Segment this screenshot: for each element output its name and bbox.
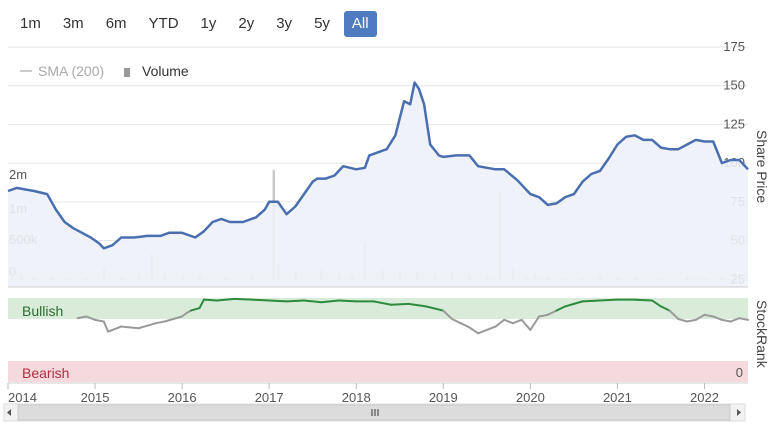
stockrank-segment: [503, 318, 514, 325]
stockrank-segment: [250, 298, 271, 302]
stockrank-segment: [137, 324, 149, 330]
stockrank-segment: [337, 299, 358, 303]
navigator-scrollbar[interactable]: [3, 403, 746, 422]
volume-legend-label: Volume: [142, 63, 189, 79]
price-area: [8, 82, 748, 287]
stockrank-axis-label: StockRank: [754, 300, 770, 369]
x-tick-label: 2022: [690, 390, 719, 405]
stockrank-segment: [268, 299, 288, 303]
price-tick-label: 175: [723, 39, 745, 54]
stockrank-segment: [468, 326, 480, 335]
bearish-band: [8, 361, 748, 382]
stockrank-segment: [581, 299, 601, 303]
x-tick-label: 2017: [255, 390, 284, 405]
x-tick-label: 2021: [603, 390, 632, 405]
x-tick-label: 2020: [516, 390, 545, 405]
volume-tick-label: 2m: [9, 167, 27, 182]
bearish-label: Bearish: [22, 365, 69, 381]
stockrank-segment: [285, 299, 305, 303]
stockrank-segment: [677, 318, 689, 323]
bullish-band: [8, 298, 748, 319]
x-tick-label: 2018: [342, 390, 371, 405]
stockrank-segment: [128, 326, 140, 330]
price-axis-label: Share Price: [754, 130, 770, 203]
stock-chart: 255075100125150175Share Price0500k1m2mSM…: [3, 39, 770, 422]
stockrank-tick-label: 0: [736, 365, 743, 380]
stockrank-segment: [94, 318, 105, 323]
x-tick-label: 2016: [168, 390, 197, 405]
stockrank-segment: [120, 325, 131, 329]
stockrank-segment: [494, 318, 506, 328]
stockrank-segment: [390, 302, 410, 306]
x-tick-label: 2014: [8, 390, 37, 405]
sma-legend-label: SMA (200): [38, 63, 104, 79]
stockrank-segment: [720, 318, 732, 323]
stockrank-segment: [485, 325, 497, 331]
stockrank-segment: [599, 298, 619, 302]
volume-legend-swatch: [124, 68, 130, 77]
price-tick-label: 125: [723, 116, 745, 131]
stockrank-segment: [451, 318, 462, 325]
x-tick-label: 2015: [81, 390, 110, 405]
scrollbar-thumb: [17, 404, 731, 421]
stockrank-segment: [477, 328, 488, 335]
stockrank-segment: [155, 320, 166, 325]
stockrank-segment: [163, 318, 175, 323]
stockrank-segment: [520, 318, 532, 331]
stockrank-segment: [202, 298, 218, 302]
price-tick-label: 150: [723, 78, 745, 93]
x-tick-label: 2019: [429, 390, 458, 405]
bullish-label: Bullish: [22, 303, 63, 319]
stockrank-segment: [233, 297, 253, 301]
stockrank-segment: [111, 325, 123, 331]
stockrank-segment: [146, 322, 157, 327]
stockrank-segment: [459, 322, 471, 329]
stockrank-segment: [686, 318, 697, 323]
stockrank-segment: [102, 320, 110, 333]
stockrank-segment: [511, 318, 523, 325]
stockrank-segment: [633, 298, 654, 302]
